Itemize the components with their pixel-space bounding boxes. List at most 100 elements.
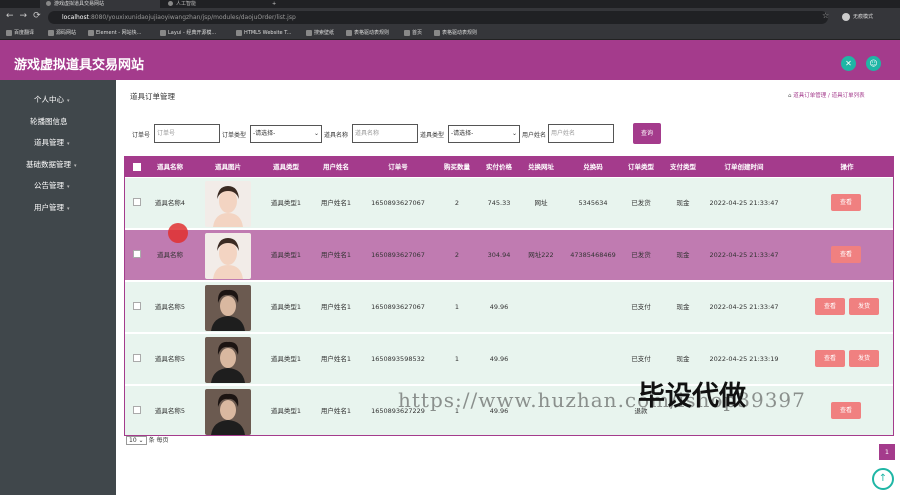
row-checkbox[interactable] [133, 406, 141, 414]
home-icon[interactable]: ⌂ [788, 93, 792, 99]
bookmark-item[interactable]: 首页 [404, 28, 422, 38]
sidebar: 个人中心 ▾ 轮播图信息 道具管理 ▾ 基础数据管理 ▾ 公告管理 ▾ 用户管理 ▾ [0, 80, 116, 495]
bookmark-icon [306, 29, 312, 36]
cell-qty: 2 [454, 251, 460, 259]
browser-tabstrip: 游戏虚拟道具交易网站 人工智能 + [0, 0, 900, 8]
bookmark-icon [404, 29, 410, 36]
user-name-input[interactable]: 用户姓名 [548, 124, 614, 143]
per-page-label: 条 每页 [148, 437, 169, 444]
table-row[interactable]: 道具名称5 道具类型1 用户姓名1 1650893627067 1 49.96 … [125, 281, 893, 332]
table-row[interactable]: 道具名称5 道具类型1 用户姓名1 1650893598532 1 49.96 … [125, 333, 893, 384]
cell-user-name: 用户姓名1 [320, 355, 352, 363]
order-no-label: 订单号 [132, 132, 151, 139]
cell-item-type: 道具类型1 [270, 199, 302, 207]
bookmark-icon [6, 29, 12, 36]
pagination-size: 10 ⌄ 条 每页 [126, 435, 169, 445]
bookmark-label: 源码网站 [56, 30, 77, 36]
item-type-select[interactable]: -请选择- ⌄ [448, 125, 520, 143]
row-checkbox[interactable] [133, 354, 141, 362]
view-button[interactable]: 查看 [815, 298, 845, 315]
table-row[interactable]: 道具名称 道具类型1 用户姓名1 1650893627067 2 304.94 … [125, 229, 893, 280]
search-button[interactable]: 查询 [633, 123, 661, 144]
cell-url: 网址 [534, 199, 548, 207]
chevron-down-icon: ▾ [67, 141, 70, 147]
bookmark-icon [346, 29, 352, 36]
url-input[interactable]: localhost:8080/youxixunidaojujiaoyiwangz… [48, 11, 828, 24]
chevron-down-icon: ⌄ [511, 130, 517, 137]
cell-price: 49.96 [489, 355, 509, 363]
main-content: 道具订单管理 ⌂ 道具订单管理 / 道具订单列表 订单号 订单号 订单类型 -请… [116, 80, 900, 495]
view-button[interactable]: 查看 [831, 402, 861, 419]
column-header: 实付价格 [486, 163, 512, 171]
column-header: 订单类型 [628, 163, 654, 171]
order-type-select[interactable]: -请选择- ⌄ [250, 125, 322, 143]
page-size-select[interactable]: 10 ⌄ [126, 436, 147, 445]
chevron-down-icon: ▾ [67, 184, 70, 190]
sidebar-item-label: 轮播图信息 [30, 117, 68, 126]
column-header: 订单创建时间 [724, 163, 764, 171]
row-checkbox[interactable] [133, 302, 141, 310]
item-image [205, 233, 251, 279]
bookmark-item[interactable]: 表格驱动表规则 [434, 28, 477, 38]
profile-button[interactable]: 无痕模式 [842, 12, 873, 22]
breadcrumb: ⌂ 道具订单管理 / 道具订单列表 [788, 93, 865, 99]
bookmark-item[interactable]: 搜索壁纸 [306, 28, 334, 38]
bookmark-item[interactable]: HTML5 Website T... [236, 28, 291, 38]
fullscreen-icon[interactable]: ✕ [841, 56, 856, 71]
bookmark-label: 首页 [412, 30, 423, 36]
bookmark-label: Element - 网站快... [96, 30, 142, 36]
order-no-input[interactable]: 订单号 [154, 124, 220, 143]
view-button[interactable]: 查看 [831, 194, 861, 211]
cell-price: 304.94 [487, 251, 511, 259]
cell-order-no: 1650893598532 [371, 355, 425, 363]
cell-user-name: 用户姓名1 [320, 199, 352, 207]
app-header: 游戏虚拟道具交易网站 ✕ ☺ [0, 40, 900, 80]
column-header: 购买数量 [444, 163, 470, 171]
view-button[interactable]: 查看 [831, 246, 861, 263]
portrait-woman-icon [205, 181, 251, 227]
cell-created: 2022-04-25 21:33:47 [709, 251, 779, 259]
user-icon[interactable]: ☺ [866, 56, 881, 71]
tab-label: 游戏虚拟道具交易网站 [54, 1, 105, 7]
row-checkbox[interactable] [133, 198, 141, 206]
cell-url: 网址222 [528, 251, 554, 259]
row-checkbox[interactable] [133, 250, 141, 258]
bookmark-label: 表格驱动表规则 [354, 30, 390, 36]
cell-order-no: 1650893627067 [371, 199, 425, 207]
table-row[interactable]: 道具名称4 道具类型1 用户姓名1 1650893627067 2 745.33… [125, 177, 893, 228]
bookmark-item[interactable]: 源码网站 [48, 28, 76, 38]
cell-item-type: 道具类型1 [270, 355, 302, 363]
new-tab-icon[interactable]: + [266, 0, 280, 8]
watermark-text: 毕设代做 [638, 381, 746, 412]
bookmark-item[interactable]: 表格驱动表规则 [346, 28, 389, 38]
column-header: 订单号 [388, 163, 408, 171]
browser-tab[interactable]: 人工智能 [162, 0, 262, 8]
bookmark-icon [88, 29, 94, 36]
bookmark-star-icon[interactable]: ☆ [822, 11, 829, 20]
sidebar-item-label: 基础数据管理 [26, 160, 71, 169]
column-header: 操作 [840, 163, 854, 171]
user-name-label: 用户姓名 [522, 132, 547, 139]
item-type-value: -请选择- [451, 130, 474, 137]
cell-order-type: 已发货 [631, 251, 651, 259]
view-button[interactable]: 查看 [815, 350, 845, 367]
back-to-top-icon[interactable]: ↑ [872, 468, 894, 490]
page-button-current[interactable]: 1 [879, 444, 895, 460]
breadcrumb-item[interactable]: 道具订单管理 [793, 93, 826, 99]
cell-order-type: 已支付 [631, 303, 651, 311]
chevron-down-icon: ▾ [67, 206, 70, 212]
bookmark-item[interactable]: 百度翻译 [6, 28, 34, 38]
ship-button[interactable]: 发货 [849, 350, 879, 367]
profile-avatar-icon [842, 12, 850, 21]
select-all-checkbox[interactable] [133, 163, 141, 171]
cell-item-type: 道具类型1 [270, 251, 302, 259]
item-name-input[interactable]: 道具名称 [352, 124, 418, 143]
browser-nav-icons[interactable]: ←→⟳ [6, 11, 47, 21]
bookmark-item[interactable]: Element - 网站快... [88, 28, 141, 38]
chevron-down-icon: ▾ [67, 98, 70, 104]
bookmark-item[interactable]: Layui - 经典开源模... [160, 28, 216, 38]
bookmark-label: Layui - 经典开源模... [168, 30, 217, 36]
ship-button[interactable]: 发货 [849, 298, 879, 315]
browser-tab-active[interactable]: 游戏虚拟道具交易网站 [40, 0, 160, 8]
order-type-label: 订单类型 [222, 132, 247, 139]
